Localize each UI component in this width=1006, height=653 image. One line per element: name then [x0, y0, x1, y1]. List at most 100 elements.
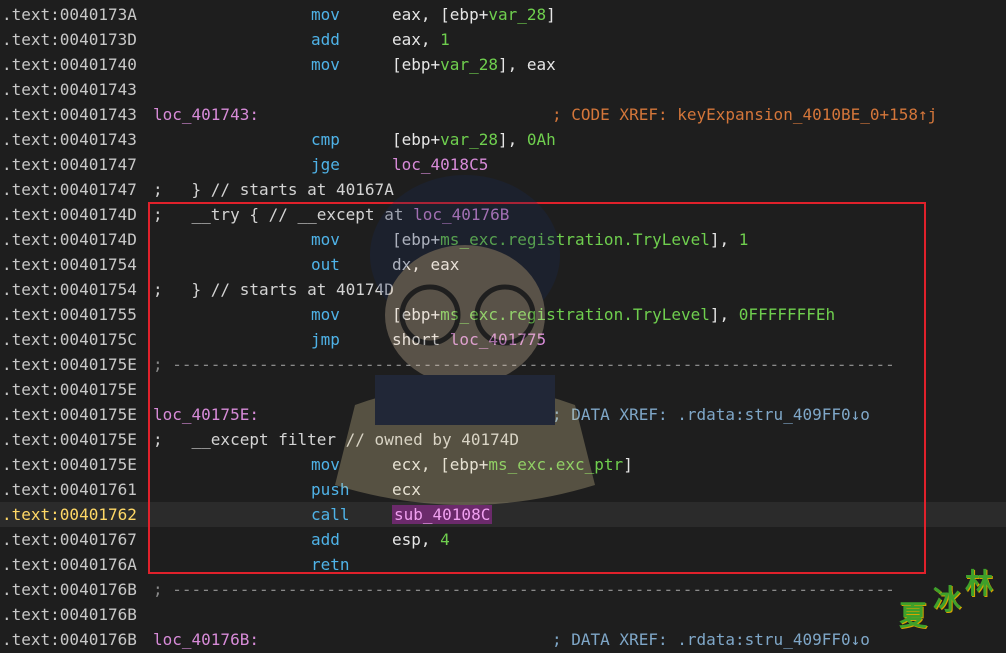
comment: ; __try { // __except at loc_40176B — [153, 202, 509, 227]
operands: sub_40108C — [392, 502, 493, 527]
address: .text:0040176B — [2, 605, 137, 624]
numeric-literal: 1 — [738, 230, 749, 249]
mnemonic: out — [311, 255, 340, 274]
address: .text:00401761 — [2, 480, 137, 499]
comment: ; __except filter // owned by 40174D — [153, 427, 519, 452]
operands: dx, eax — [392, 252, 459, 277]
listing-line[interactable]: .text:0040176A retn — [0, 552, 1006, 577]
listing-line[interactable]: .text:0040173A mov eax, [ebp+var_28] — [0, 2, 1006, 27]
comment: ; } // starts at 40174D — [153, 277, 394, 302]
comment-text: ; } // starts at 40174D — [153, 280, 394, 299]
label-reference[interactable]: loc_401775 — [450, 330, 546, 349]
numeric-literal: 4 — [440, 530, 450, 549]
listing-line[interactable]: .text:00401767 add esp, 4 — [0, 527, 1006, 552]
mnemonic: mov — [311, 305, 340, 324]
label-reference[interactable]: loc_4018C5 — [392, 155, 488, 174]
xref-comment[interactable]: ; DATA XREF: .rdata:stru_409FF0↓o — [552, 402, 870, 427]
listing-line[interactable]: .text:0040174D ; __try { // __except at l… — [0, 202, 1006, 227]
listing-line[interactable]: .text:0040173D add eax, 1 — [0, 27, 1006, 52]
address: .text:0040175E — [2, 430, 137, 449]
current-listing-line[interactable]: .text:00401762 call sub_40108C — [0, 502, 1006, 527]
listing-line[interactable]: .text:0040175E ; __except filter // owned… — [0, 427, 1006, 452]
operands: [ebp+var_28], eax — [392, 52, 556, 77]
address: .text:00401755 — [2, 305, 137, 324]
operands: [ebp+ms_exc.registration.TryLevel], 0FFF… — [392, 302, 835, 327]
address: .text:00401754 — [2, 255, 137, 274]
address: .text:00401754 — [2, 280, 137, 299]
variable-reference[interactable]: ms_exc.registration.TryLevel — [440, 230, 710, 249]
operand-text: [ebp+ — [392, 230, 441, 249]
listing-line[interactable]: .text:00401761 push ecx — [0, 477, 1006, 502]
variable-reference[interactable]: var_28 — [488, 5, 546, 24]
listing-line[interactable]: .text:0040175E — [0, 377, 1006, 402]
address: .text:0040174D — [2, 230, 137, 249]
listing-line[interactable]: .text:0040175E mov ecx, [ebp+ms_exc.exc_pt… — [0, 452, 1006, 477]
address: .text:0040175C — [2, 330, 137, 349]
listing-line[interactable]: .text:0040176B ; ------------------------… — [0, 577, 1006, 602]
mnemonic: push — [311, 480, 350, 499]
address: .text:0040175E — [2, 405, 137, 424]
address: .text:0040176B — [2, 630, 137, 649]
listing-line[interactable]: .text:00401747 ; } // starts at 40167A — [0, 177, 1006, 202]
address: .text:00401747 — [2, 155, 137, 174]
listing-line[interactable]: .text:00401743 — [0, 77, 1006, 102]
listing-line[interactable]: .text:00401754 ; } // starts at 40174D — [0, 277, 1006, 302]
numeric-literal: 1 — [440, 30, 450, 49]
mnemonic: jmp — [311, 330, 340, 349]
listing-line[interactable]: .text:00401743 loc_401743: ; CODE XREF: ke… — [0, 102, 1006, 127]
mnemonic: add — [311, 30, 340, 49]
xref-comment[interactable]: ; CODE XREF: keyExpansion_4010BE_0+158↑j — [552, 102, 937, 127]
listing-line[interactable]: .text:00401743 cmp [ebp+var_28], 0Ah — [0, 127, 1006, 152]
comment: ; } // starts at 40167A — [153, 177, 394, 202]
operands: [ebp+ms_exc.registration.TryLevel], 1 — [392, 227, 748, 252]
listing-line[interactable]: .text:00401747 jge loc_4018C5 — [0, 152, 1006, 177]
operand-text: ] — [623, 455, 633, 474]
listing-line[interactable]: .text:0040174D mov [ebp+ms_exc.registratio… — [0, 227, 1006, 252]
mnemonic: mov — [311, 5, 340, 24]
listing-line[interactable]: .text:00401755 mov [ebp+ms_exc.registratio… — [0, 302, 1006, 327]
mnemonic: retn — [311, 555, 350, 574]
operands: esp, 4 — [392, 527, 450, 552]
mnemonic: add — [311, 530, 340, 549]
operand-text: ], — [709, 305, 739, 324]
numeric-literal: 0FFFFFFFEh — [738, 305, 836, 324]
address: .text:0040173D — [2, 30, 137, 49]
listing-line[interactable]: .text:00401740 mov [ebp+var_28], eax — [0, 52, 1006, 77]
address: .text:0040176A — [2, 555, 137, 574]
mnemonic: mov — [311, 230, 340, 249]
operand-text: ecx, [ebp+ — [392, 455, 489, 474]
address: .text:00401767 — [2, 530, 137, 549]
address: .text:00401747 — [2, 180, 137, 199]
listing-line[interactable]: .text:0040176B loc_40176B: ; DATA XREF: .r… — [0, 627, 1006, 652]
operands: ecx — [392, 477, 421, 502]
address: .text:00401740 — [2, 55, 137, 74]
listing-line[interactable]: .text:0040175C jmp short loc_401775 — [0, 327, 1006, 352]
operand-text: eax, [ebp+ — [392, 5, 489, 24]
listing-line[interactable]: .text:00401754 out dx, eax — [0, 252, 1006, 277]
code-label[interactable]: loc_40176B: — [153, 627, 259, 652]
variable-reference[interactable]: var_28 — [440, 130, 498, 149]
address: .text:0040175E — [2, 455, 137, 474]
separator-line: ; --------------------------------------… — [153, 355, 895, 374]
listing-line[interactable]: .text:0040175E ; ------------------------… — [0, 352, 1006, 377]
code-label[interactable]: loc_40175E: — [153, 402, 259, 427]
mnemonic: cmp — [311, 130, 340, 149]
disassembly-listing[interactable]: .text:0040173A mov eax, [ebp+var_28] .text:… — [0, 2, 1006, 652]
variable-reference[interactable]: ms_exc.exc_ptr — [488, 455, 623, 474]
address: .text:0040173A — [2, 5, 137, 24]
highlighted-call-target[interactable]: sub_40108C — [392, 505, 493, 524]
operand-keyword: short — [392, 330, 450, 349]
listing-line[interactable]: .text:0040176B — [0, 602, 1006, 627]
comment-text: ; __except filter // owned by 40174D — [153, 430, 520, 449]
label-reference[interactable]: loc_40176B — [413, 205, 509, 224]
variable-reference[interactable]: ms_exc.registration.TryLevel — [440, 305, 710, 324]
separator-line: ; --------------------------------------… — [153, 580, 895, 599]
operand-text: dx, eax — [392, 255, 460, 274]
code-label[interactable]: loc_401743: — [153, 102, 259, 127]
operands: eax, 1 — [392, 27, 450, 52]
address: .text:00401762 — [2, 505, 137, 524]
variable-reference[interactable]: var_28 — [440, 55, 498, 74]
xref-comment[interactable]: ; DATA XREF: .rdata:stru_409FF0↓o — [552, 627, 870, 652]
operand-text: ], eax — [497, 55, 556, 74]
listing-line[interactable]: .text:0040175E loc_40175E: ; DATA XREF: .r… — [0, 402, 1006, 427]
